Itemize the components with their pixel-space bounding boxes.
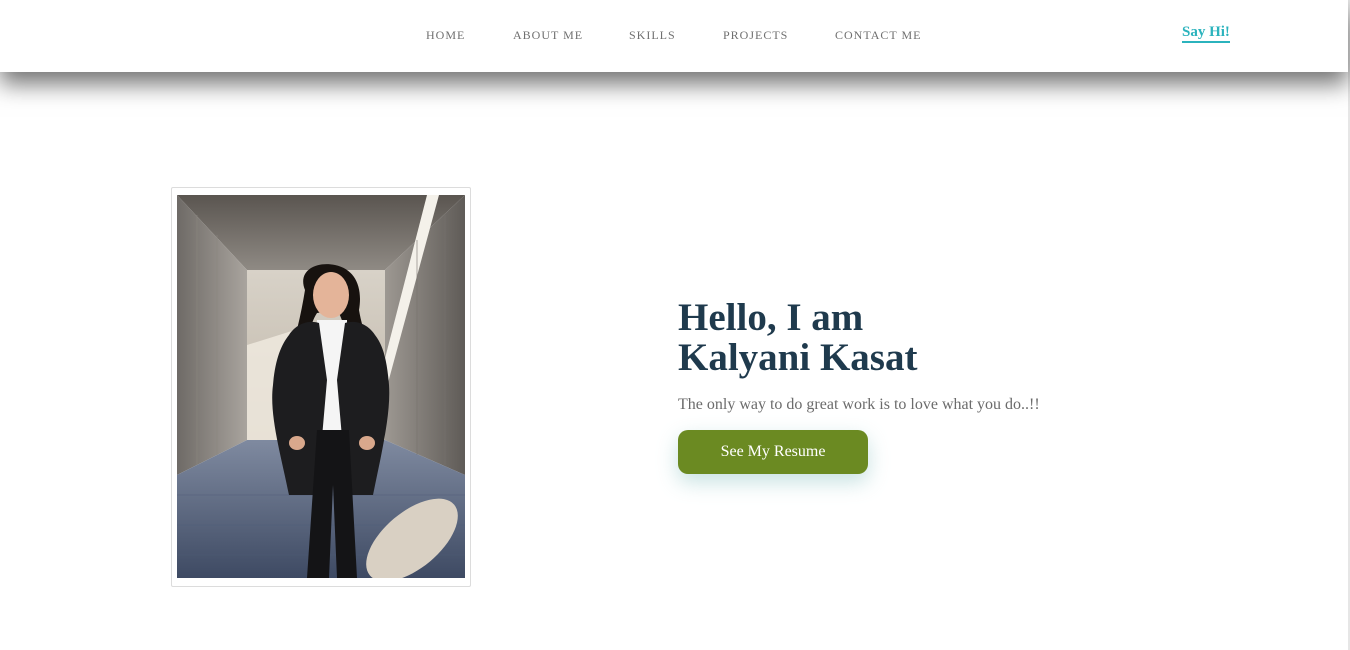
hero-section: Hello, I am Kalyani Kasat The only way t… bbox=[678, 298, 1278, 474]
portfolio-page: HOME ABOUT ME SKILLS PROJECTS CONTACT ME… bbox=[0, 0, 1350, 650]
say-hi-link[interactable]: Say Hi! bbox=[1182, 24, 1230, 43]
profile-photo bbox=[177, 195, 465, 578]
hero-tagline: The only way to do great work is to love… bbox=[678, 396, 1040, 413]
nav-link-contact-me[interactable]: CONTACT ME bbox=[835, 28, 922, 43]
nav-link-projects[interactable]: PROJECTS bbox=[723, 28, 788, 43]
hero-heading: Hello, I am Kalyani Kasat bbox=[678, 298, 1278, 378]
main-nav: HOME ABOUT ME SKILLS PROJECTS CONTACT ME bbox=[0, 0, 1348, 72]
hero-heading-line1: Hello, I am bbox=[678, 296, 864, 339]
see-my-resume-button[interactable]: See My Resume bbox=[678, 430, 868, 474]
top-navbar: HOME ABOUT ME SKILLS PROJECTS CONTACT ME… bbox=[0, 0, 1348, 72]
profile-photo-frame bbox=[171, 187, 471, 587]
hero-heading-name: Kalyani Kasat bbox=[678, 336, 918, 379]
nav-link-about-me[interactable]: ABOUT ME bbox=[513, 28, 583, 43]
nav-link-skills[interactable]: SKILLS bbox=[629, 28, 676, 43]
nav-link-home[interactable]: HOME bbox=[426, 28, 465, 43]
